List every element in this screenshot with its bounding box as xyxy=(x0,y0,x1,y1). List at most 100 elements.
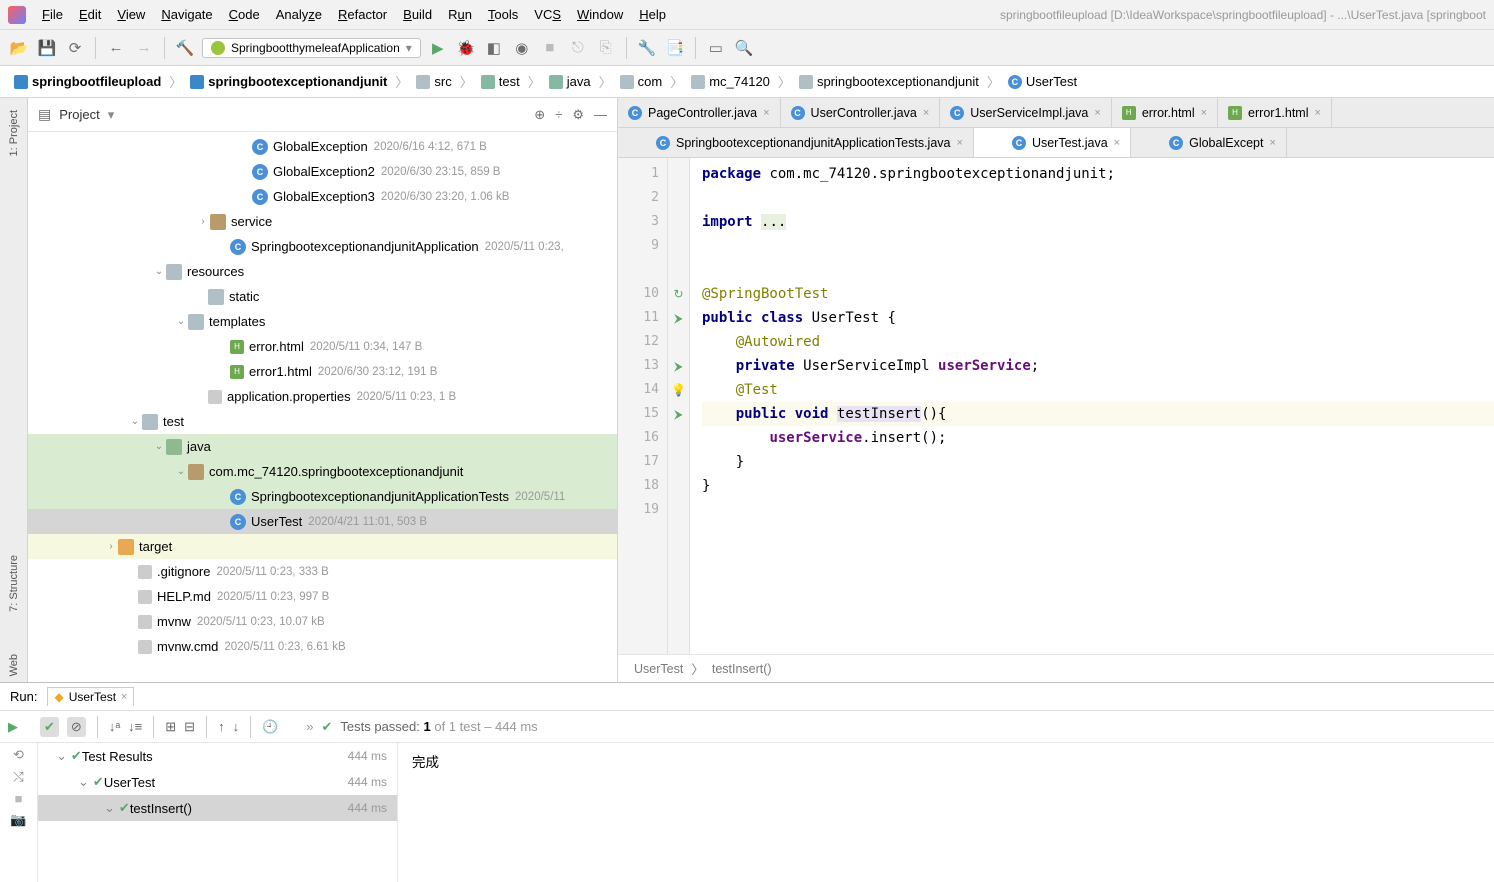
close-icon[interactable]: × xyxy=(1094,107,1100,119)
tree-row[interactable]: ⌄templates xyxy=(28,309,617,334)
bc-module[interactable]: springbootexceptionandjunit xyxy=(186,72,391,91)
editor-tab[interactable]: error.html× xyxy=(1112,98,1218,127)
menu-window[interactable]: Window xyxy=(571,5,629,24)
menu-navigate[interactable]: Navigate xyxy=(155,5,218,24)
bc-pkg2[interactable]: springbootexceptionandjunit xyxy=(795,72,983,91)
menu-refactor[interactable]: Refactor xyxy=(332,5,393,24)
test-tree-row[interactable]: ⌄✔ UserTest444 ms xyxy=(38,769,397,795)
menu-run[interactable]: Run xyxy=(442,5,478,24)
tree-row[interactable]: ›service xyxy=(28,209,617,234)
collapse-icon[interactable]: ÷ xyxy=(555,107,562,123)
editor-tab[interactable]: GlobalExcept× xyxy=(1131,128,1287,157)
search-icon[interactable]: 🔍 xyxy=(733,37,755,59)
editor-tab[interactable]: error1.html× xyxy=(1218,98,1332,127)
menu-tools[interactable]: Tools xyxy=(482,5,524,24)
show-passed-icon[interactable]: ✔ xyxy=(40,717,59,737)
sync-icon[interactable]: ⟳ xyxy=(64,37,86,59)
tree-row[interactable]: ⌄resources xyxy=(28,259,617,284)
menu-view[interactable]: View xyxy=(111,5,151,24)
tree-row[interactable]: mvnw2020/5/11 0:23, 10.07 kB xyxy=(28,609,617,634)
project-tree[interactable]: GlobalException2020/6/16 4:12, 671 BGlob… xyxy=(28,132,617,682)
editor-tab[interactable]: UserController.java× xyxy=(781,98,941,127)
structure-icon[interactable]: 📑 xyxy=(664,37,686,59)
status-class[interactable]: UserTest xyxy=(634,662,683,676)
tree-row[interactable]: error1.html2020/6/30 23:12, 191 B xyxy=(28,359,617,384)
expand-icon[interactable]: ⊞ xyxy=(165,719,176,735)
test-tree-row[interactable]: ⌄✔ testInsert()444 ms xyxy=(38,795,397,821)
gutter-marks[interactable]: ↻⮞⮞💡⮞ xyxy=(668,158,690,654)
tree-row[interactable]: SpringbootexceptionandjunitApplication20… xyxy=(28,234,617,259)
run-console[interactable]: 完成 xyxy=(398,743,1494,882)
tree-row[interactable]: UserTest2020/4/21 11:01, 503 B xyxy=(28,509,617,534)
stop-icon[interactable]: ■ xyxy=(539,37,561,59)
tree-row[interactable]: GlobalException32020/6/30 23:20, 1.06 kB xyxy=(28,184,617,209)
menu-edit[interactable]: Edit xyxy=(73,5,107,24)
test-tree[interactable]: ⌄✔ Test Results444 ms⌄✔ UserTest444 ms⌄✔… xyxy=(38,743,398,882)
tree-row[interactable]: HELP.md2020/5/11 0:23, 997 B xyxy=(28,584,617,609)
tree-row[interactable]: GlobalException22020/6/30 23:15, 859 B xyxy=(28,159,617,184)
sort2-icon[interactable]: ↓≡ xyxy=(128,719,142,734)
code-editor[interactable]: package com.mc_74120.springbootexception… xyxy=(690,158,1494,654)
editor-tab[interactable]: UserTest.java× xyxy=(974,128,1131,157)
web-tool-tab[interactable]: Web xyxy=(6,648,22,682)
close-icon[interactable]: × xyxy=(1201,107,1207,119)
tree-row[interactable]: mvnw.cmd2020/5/11 0:23, 6.61 kB xyxy=(28,634,617,659)
tree-row[interactable]: error.html2020/5/11 0:34, 147 B xyxy=(28,334,617,359)
editor-tab[interactable]: SpringbootexceptionandjunitApplicationTe… xyxy=(618,128,974,157)
show-ignored-icon[interactable]: ⊘ xyxy=(67,717,86,737)
tree-row[interactable]: ⌄com.mc_74120.springbootexceptionandjuni… xyxy=(28,459,617,484)
bc-java[interactable]: java xyxy=(545,72,595,91)
menu-code[interactable]: Code xyxy=(223,5,266,24)
close-icon[interactable]: × xyxy=(957,137,963,149)
close-icon[interactable]: × xyxy=(923,107,929,119)
dropdown-icon[interactable]: ▾ xyxy=(108,107,115,123)
attach-icon[interactable]: ⎋ xyxy=(567,37,589,59)
camera-icon[interactable]: 📷 xyxy=(10,812,26,828)
tree-row[interactable]: application.properties2020/5/11 0:23, 1 … xyxy=(28,384,617,409)
target-icon[interactable]: ⊕ xyxy=(534,107,545,123)
coverage-icon[interactable]: ◧ xyxy=(483,37,505,59)
next-icon[interactable]: ↓ xyxy=(233,719,240,734)
collapse-icon[interactable]: ⊟ xyxy=(184,719,195,735)
run-config-selector[interactable]: SpringbootthymeleafApplication ▾ xyxy=(202,38,421,58)
editor-tab[interactable]: UserServiceImpl.java× xyxy=(940,98,1112,127)
tree-row[interactable]: ›target xyxy=(28,534,617,559)
prev-icon[interactable]: ↑ xyxy=(218,719,225,734)
forward-icon[interactable]: → xyxy=(133,37,155,59)
bc-root[interactable]: springbootfileupload xyxy=(10,72,165,91)
status-method[interactable]: testInsert() xyxy=(712,662,772,676)
bc-test[interactable]: test xyxy=(477,72,524,91)
close-icon[interactable]: × xyxy=(1269,137,1275,149)
menu-build[interactable]: Build xyxy=(397,5,438,24)
profile-icon[interactable]: ◉ xyxy=(511,37,533,59)
stop-icon[interactable]: ■ xyxy=(15,791,23,806)
tree-row[interactable]: ⌄java xyxy=(28,434,617,459)
debug-icon[interactable]: 🐞 xyxy=(455,37,477,59)
sort-icon[interactable]: ↓ᵃ xyxy=(109,719,120,734)
tree-row[interactable]: SpringbootexceptionandjunitApplicationTe… xyxy=(28,484,617,509)
attach2-icon[interactable]: ⎘ xyxy=(595,37,617,59)
gear-icon[interactable]: ⚙ xyxy=(572,107,584,123)
bc-src[interactable]: src xyxy=(412,72,455,91)
test-tree-row[interactable]: ⌄✔ Test Results444 ms xyxy=(38,743,397,769)
structure-tool-tab[interactable]: 7: Structure xyxy=(6,549,22,618)
rerun-failed-icon[interactable]: ⟲ xyxy=(13,747,24,763)
close-icon[interactable]: × xyxy=(763,107,769,119)
tree-row[interactable]: GlobalException2020/6/16 4:12, 671 B xyxy=(28,134,617,159)
rerun-icon[interactable]: ▶ xyxy=(8,719,18,735)
avd-icon[interactable]: ▭ xyxy=(705,37,727,59)
tree-row[interactable]: static xyxy=(28,284,617,309)
project-view-icon[interactable]: ▤ xyxy=(38,106,51,123)
save-icon[interactable]: 💾 xyxy=(36,37,58,59)
bc-pkg[interactable]: mc_74120 xyxy=(687,72,774,91)
close-icon[interactable]: × xyxy=(1314,107,1320,119)
editor-tab[interactable]: PageController.java× xyxy=(618,98,781,127)
wrench-icon[interactable]: 🔧 xyxy=(636,37,658,59)
project-tool-tab[interactable]: 1: Project xyxy=(6,104,22,162)
close-icon[interactable]: × xyxy=(121,691,127,703)
menu-analyze[interactable]: Analyze xyxy=(270,5,328,24)
menu-vcs[interactable]: VCS xyxy=(528,5,567,24)
more-icon[interactable]: » xyxy=(306,719,313,734)
open-icon[interactable]: 📂 xyxy=(8,37,30,59)
bc-class[interactable]: UserTest xyxy=(1004,72,1081,91)
